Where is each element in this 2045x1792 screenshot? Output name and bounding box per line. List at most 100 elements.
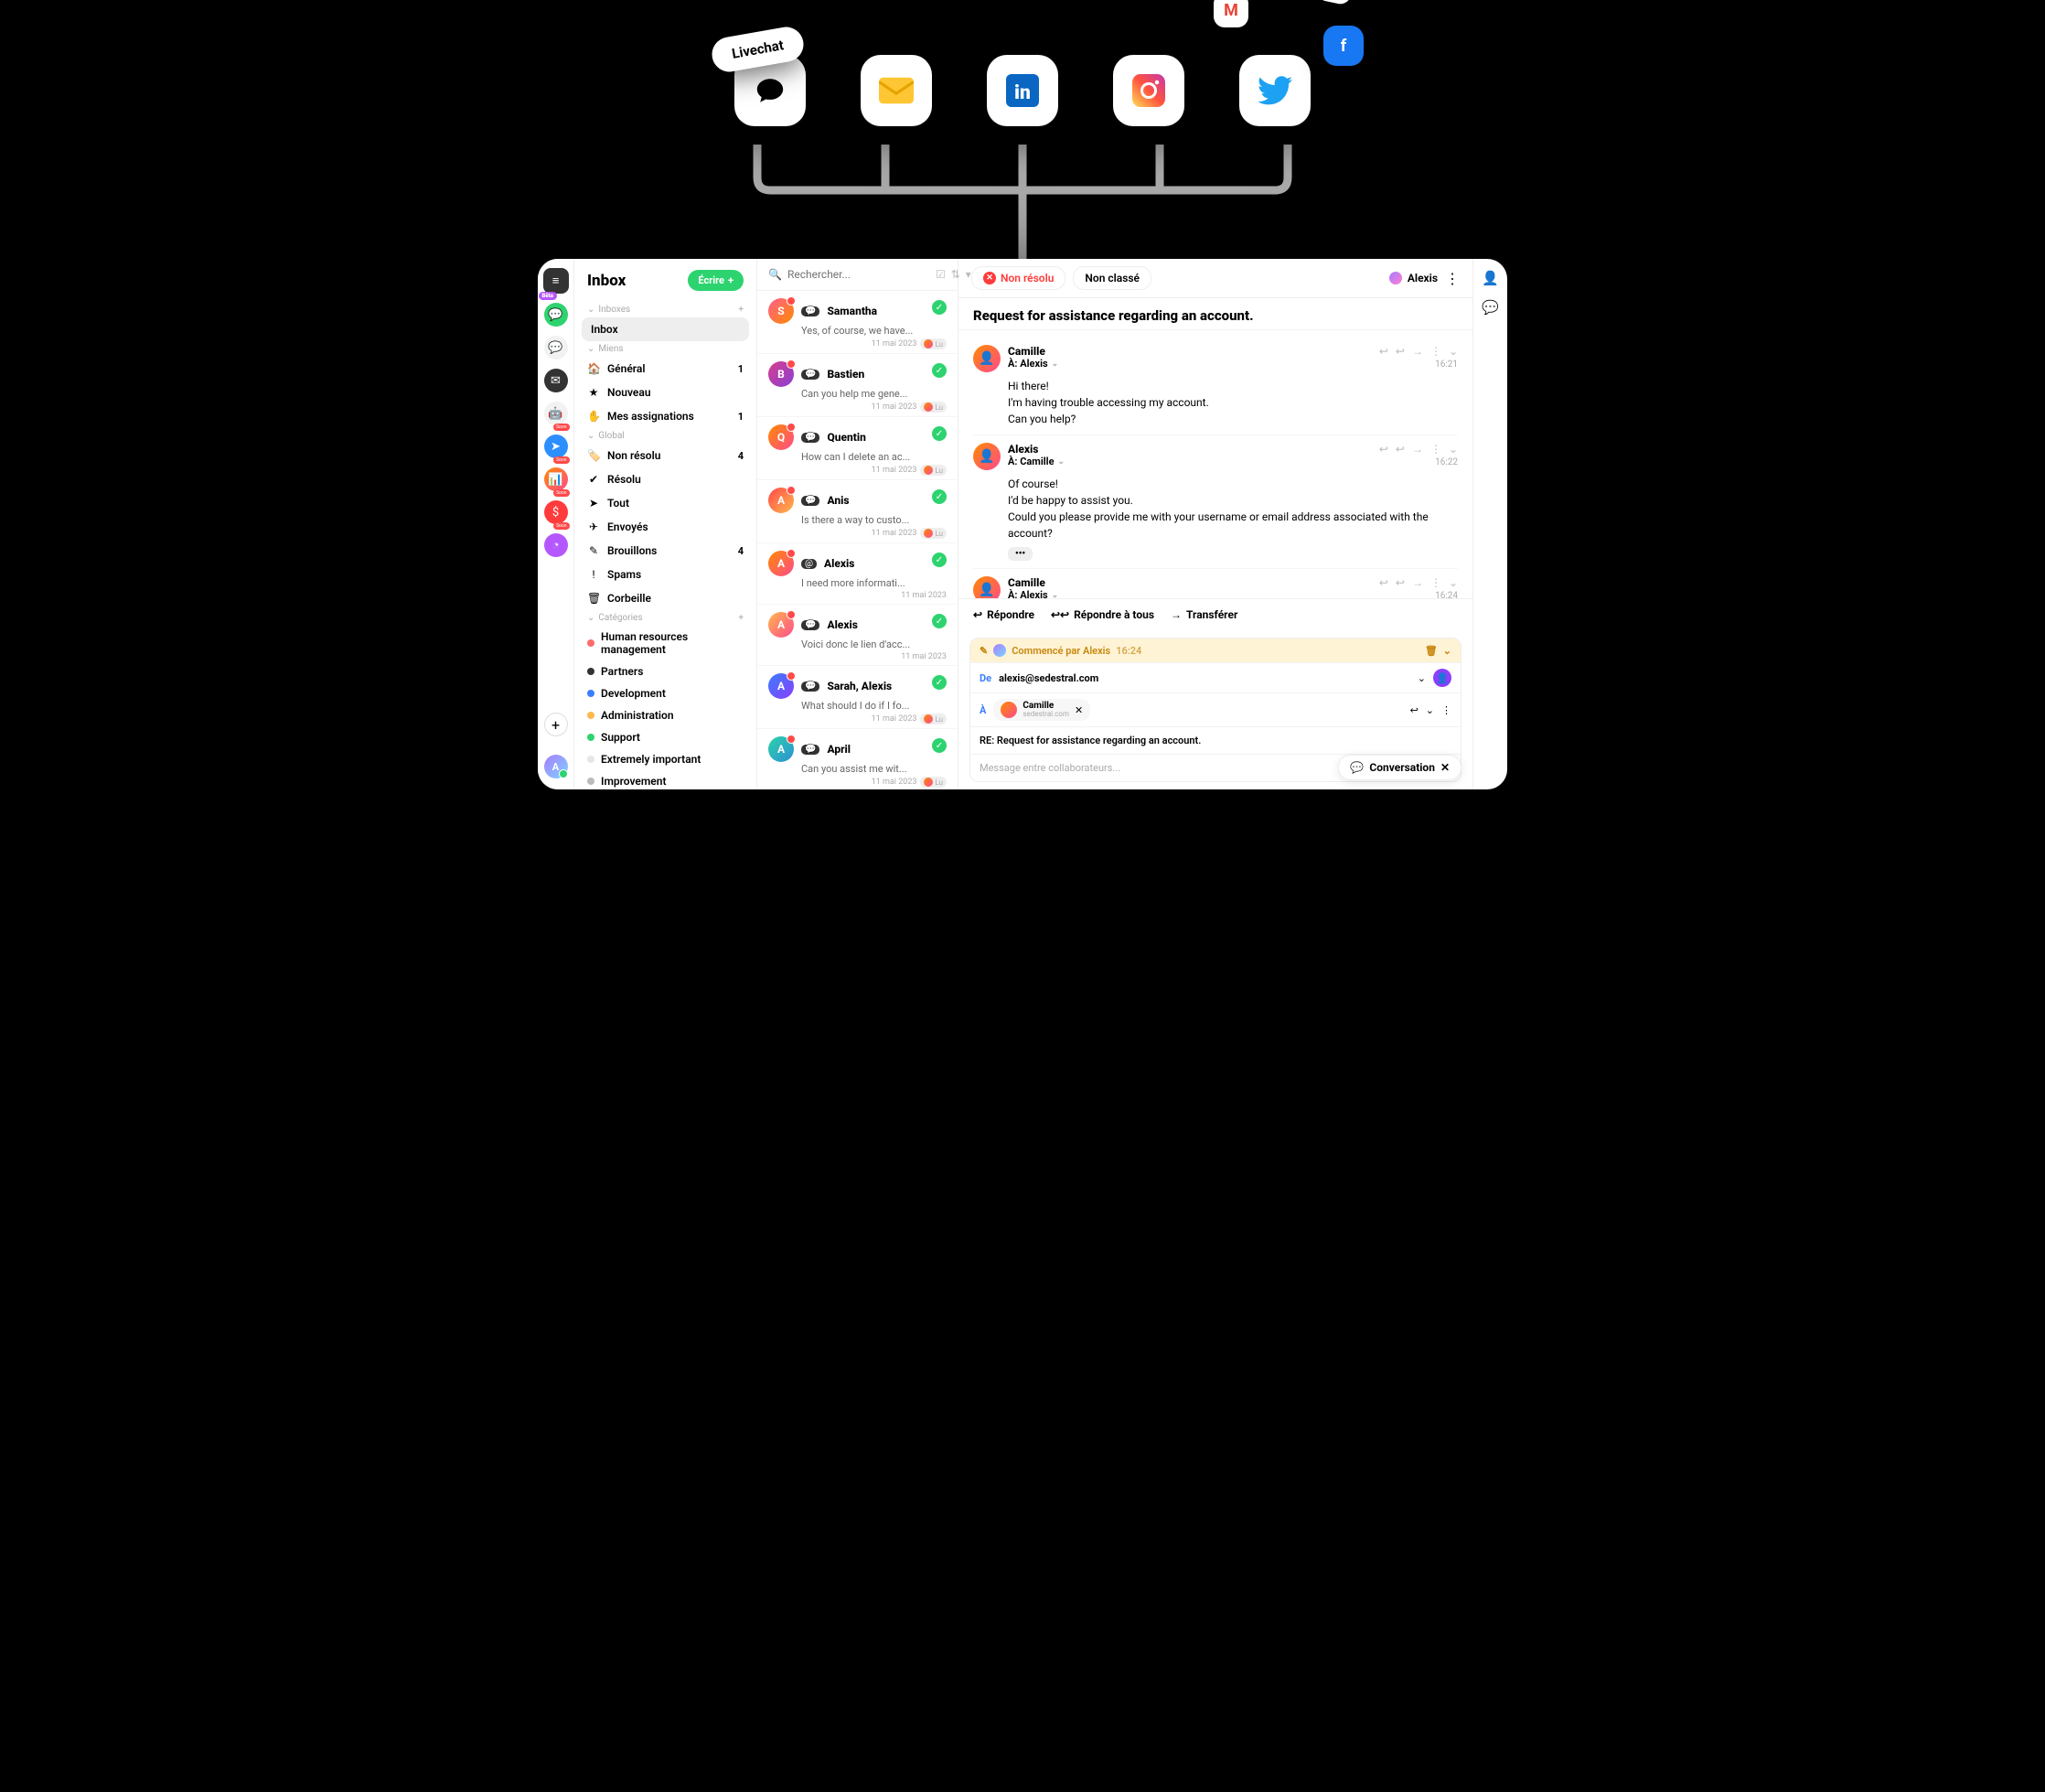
more-icon[interactable]: ⋮ [1445,270,1460,287]
comments-icon[interactable]: 💬 [1482,299,1499,316]
mini-messenger[interactable]: ◆ [1314,0,1355,6]
close-icon[interactable]: ✕ [1440,761,1450,774]
collapse-icon[interactable]: ⌄ [1449,443,1458,456]
collapse-icon[interactable]: ⌄ [1449,576,1458,589]
reply-button[interactable]: ↩ Répondre [973,608,1034,621]
beta-badge: Bêta [539,292,557,300]
reply-mode-dropdown-icon[interactable]: ⌄ [1426,704,1434,716]
mini-gmail[interactable]: M [1214,0,1248,27]
rail-bubble-icon[interactable]: 💬 [544,336,568,359]
compose-from-row: De alexis@sedestral.com ⌄ 👤 [970,662,1461,692]
thread-item[interactable]: A💬Alexis Voici donc le lien d'acc... 11 … [757,605,958,666]
category-item[interactable]: Extremely important [574,748,756,770]
thread-item[interactable]: A💬Anis Is there a way to custo... 11 mai… [757,480,958,543]
remove-recipient-icon[interactable]: ✕ [1075,704,1083,716]
category-item[interactable]: Partners [574,660,756,682]
sidebar-title: Inbox [587,272,626,290]
folder-item[interactable]: ✔Résolu [574,467,756,491]
assignee-chip[interactable]: Alexis [1389,272,1438,284]
category-item[interactable]: Development [574,682,756,704]
forward-icon[interactable]: → [1412,345,1423,358]
category-item[interactable]: Improvement [574,770,756,789]
folder-item[interactable]: ➤Tout [574,491,756,515]
compose-button[interactable]: Écrire + [688,270,744,291]
rail-cost-icon[interactable]: $Soon [544,500,568,524]
compose-from-value[interactable]: alexis@sedestral.com [999,672,1098,684]
thread-item[interactable]: A💬Sarah, Alexis What should I do if I fo… [757,666,958,729]
reply-icon[interactable]: ↩ [1379,576,1388,589]
recipient-chip[interactable]: Camillesedestral.com ✕ [993,699,1090,721]
delete-draft-icon[interactable]: 🗑 [1425,645,1438,657]
chat-icon [755,75,786,106]
collapse-icon[interactable]: ⌄ [1449,345,1458,358]
msg-more-icon[interactable]: ⋮ [1430,345,1441,358]
compose-more-icon[interactable]: ⋮ [1441,704,1451,716]
rail-send-icon[interactable]: ➤Soon [544,435,568,458]
from-dropdown-icon[interactable]: ⌄ [1418,672,1426,684]
folder-item[interactable]: ✈Envoyés [574,515,756,539]
status-unclassified[interactable]: Non classé [1073,266,1151,290]
category-item[interactable]: Support [574,726,756,748]
channel-twitter[interactable]: M O ◆ f [1239,55,1311,126]
category-item[interactable]: Human resources management [574,626,756,660]
rail-pie-icon[interactable]: ◔ [544,533,568,557]
select-all-icon[interactable]: ☑ [936,268,946,281]
thread-item[interactable]: S💬Samantha Yes, of course, we have... 11… [757,291,958,354]
instagram-icon [1132,74,1165,107]
forward-icon[interactable]: → [1412,576,1423,589]
app-logo[interactable]: ≡Bêta [543,268,569,294]
folder-inbox[interactable]: Inbox [582,317,749,341]
reply-all-icon[interactable]: ↩ [1396,576,1405,589]
conversation-pill[interactable]: 💬 Conversation ✕ [1338,755,1461,780]
search-input[interactable] [787,268,930,281]
section-inboxes[interactable]: ⌄Inboxes+ [574,302,756,317]
svg-text:in: in [1014,82,1031,104]
section-miens[interactable]: ⌄Miens [574,341,756,357]
folder-item[interactable]: !Spams [574,563,756,586]
status-unresolved[interactable]: ✕Non résolu [971,266,1065,290]
folder-item[interactable]: 🗑Corbeille [574,586,756,610]
reply-icon[interactable]: ↩ [1379,345,1388,358]
msg-more-icon[interactable]: ⋮ [1430,443,1441,456]
conversation-subject: Request for assistance regarding an acco… [958,298,1472,330]
reply-all-icon[interactable]: ↩ [1396,345,1405,358]
reply-icon[interactable]: ↩ [1379,443,1388,456]
section-global[interactable]: ⌄Global [574,428,756,444]
livechat-label: Livechat [709,25,806,75]
collapse-compose-icon[interactable]: ⌄ [1443,645,1451,657]
channel-livechat[interactable]: Livechat [734,55,806,126]
channel-instagram[interactable] [1113,55,1184,126]
profile-icon[interactable]: 👤 [1482,270,1499,286]
thread-item[interactable]: A💬April Can you assist me wit... 11 mai … [757,729,958,789]
reply-all-button[interactable]: ↩↩ Répondre à tous [1051,608,1154,621]
conversation-panel: ✕Non résolu Non classé Alexis ⋮ Request … [958,259,1472,789]
folder-item[interactable]: 🏷️Non résolu4 [574,444,756,467]
section-categories[interactable]: ⌄Catégories+ [574,610,756,626]
category-item[interactable]: Administration [574,704,756,726]
compose-subject[interactable]: RE: Request for assistance regarding an … [970,726,1461,754]
connector-diagram [27,145,2018,263]
pencil-icon: ✎ [980,645,988,657]
folder-item[interactable]: ✎Brouillons4 [574,539,756,563]
mini-facebook[interactable]: f [1323,26,1364,66]
thread-item[interactable]: Q💬Quentin How can I delete an ac... 11 m… [757,417,958,480]
rail-add-button[interactable]: + [544,713,568,736]
folder-item[interactable]: 🏠Général1 [574,357,756,381]
channel-email[interactable] [861,55,932,126]
reply-all-icon[interactable]: ↩ [1396,443,1405,456]
rail-bot-icon[interactable]: 🤖Soon [544,402,568,425]
rail-user-avatar[interactable]: A [544,755,568,778]
rail-stats-icon[interactable]: 📊Soon [544,467,568,491]
forward-button[interactable]: → Transférer [1171,608,1237,621]
forward-icon[interactable]: → [1412,443,1423,456]
folder-item[interactable]: ★Nouveau [574,381,756,404]
expand-quote[interactable]: ••• [1008,547,1033,561]
reply-mode-icon[interactable]: ↩ [1410,704,1419,716]
msg-more-icon[interactable]: ⋮ [1430,576,1441,589]
channel-linkedin[interactable]: in [987,55,1058,126]
thread-item[interactable]: B💬Bastien Can you help me gene... 11 mai… [757,354,958,417]
folder-item[interactable]: ✋Mes assignations1 [574,404,756,428]
rail-chat-icon[interactable]: 💬 [544,303,568,327]
rail-mail-icon[interactable]: ✉ [544,369,568,392]
thread-item[interactable]: A@Alexis I need more informati... 11 mai… [757,543,958,605]
